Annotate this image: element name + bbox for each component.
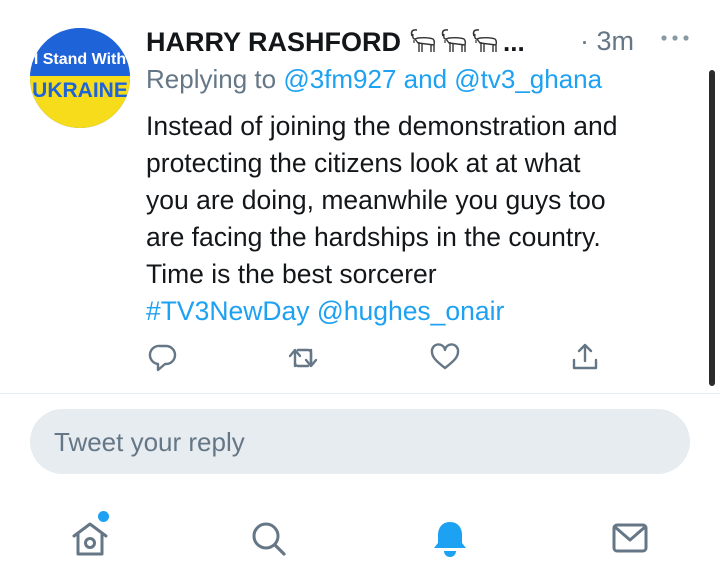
reply-icon[interactable]: [146, 340, 180, 374]
name-emojis: [408, 26, 501, 56]
avatar-text-line1: I Stand With: [33, 51, 127, 68]
tweet-header: HARRY RASHFORD ... · 3m: [146, 24, 706, 58]
home-icon[interactable]: [68, 516, 112, 560]
goat-icon: [441, 29, 467, 52]
new-tweets-indicator: [98, 511, 109, 522]
avatar-text-line2: UKRAINE: [32, 79, 128, 102]
scrollbar[interactable]: [709, 70, 715, 386]
reply-placeholder: Tweet your reply: [54, 427, 245, 457]
tweet-actions: [146, 340, 606, 380]
tweet-time: · 3m: [580, 26, 634, 56]
tweet-body-line: protecting the citizens look at at what: [146, 148, 581, 178]
mention-link[interactable]: @3fm927: [283, 64, 396, 94]
mention-link[interactable]: @tv3_ghana: [454, 64, 602, 94]
messages-icon[interactable]: [608, 516, 652, 560]
tweet-body: Instead of joining the demonstration and…: [146, 108, 696, 330]
share-icon[interactable]: [568, 340, 602, 374]
hashtag-mention-links[interactable]: #TV3NewDay @hughes_onair: [146, 293, 696, 330]
like-icon[interactable]: [428, 340, 462, 374]
tweet-body-line: are facing the hardships in the country.: [146, 222, 601, 252]
replying-to: Replying to @3fm927 and @tv3_ghana: [146, 64, 602, 95]
tweet[interactable]: I Stand With UKRAINE HARRY RASHFORD ... …: [0, 0, 720, 394]
tweet-body-line: Instead of joining the demonstration and: [146, 111, 618, 141]
tweet-body-line: Time is the best sorcerer: [146, 259, 437, 289]
bottom-tab-bar: [0, 490, 720, 583]
goat-icon: [410, 29, 436, 52]
tweet-body-line: you are doing, meanwhile you guys too: [146, 185, 606, 215]
replying-to-label: Replying to: [146, 64, 284, 94]
avatar[interactable]: I Stand With UKRAINE: [30, 28, 130, 128]
name-truncation: ...: [503, 27, 525, 57]
more-options-icon[interactable]: [660, 32, 690, 44]
search-icon[interactable]: [246, 516, 290, 560]
reply-input[interactable]: Tweet your reply: [30, 409, 690, 474]
retweet-icon[interactable]: [286, 340, 320, 374]
notifications-icon[interactable]: [428, 516, 472, 560]
goat-icon: [472, 29, 498, 52]
display-name[interactable]: HARRY RASHFORD: [146, 27, 401, 58]
replying-to-and: and: [396, 64, 455, 94]
